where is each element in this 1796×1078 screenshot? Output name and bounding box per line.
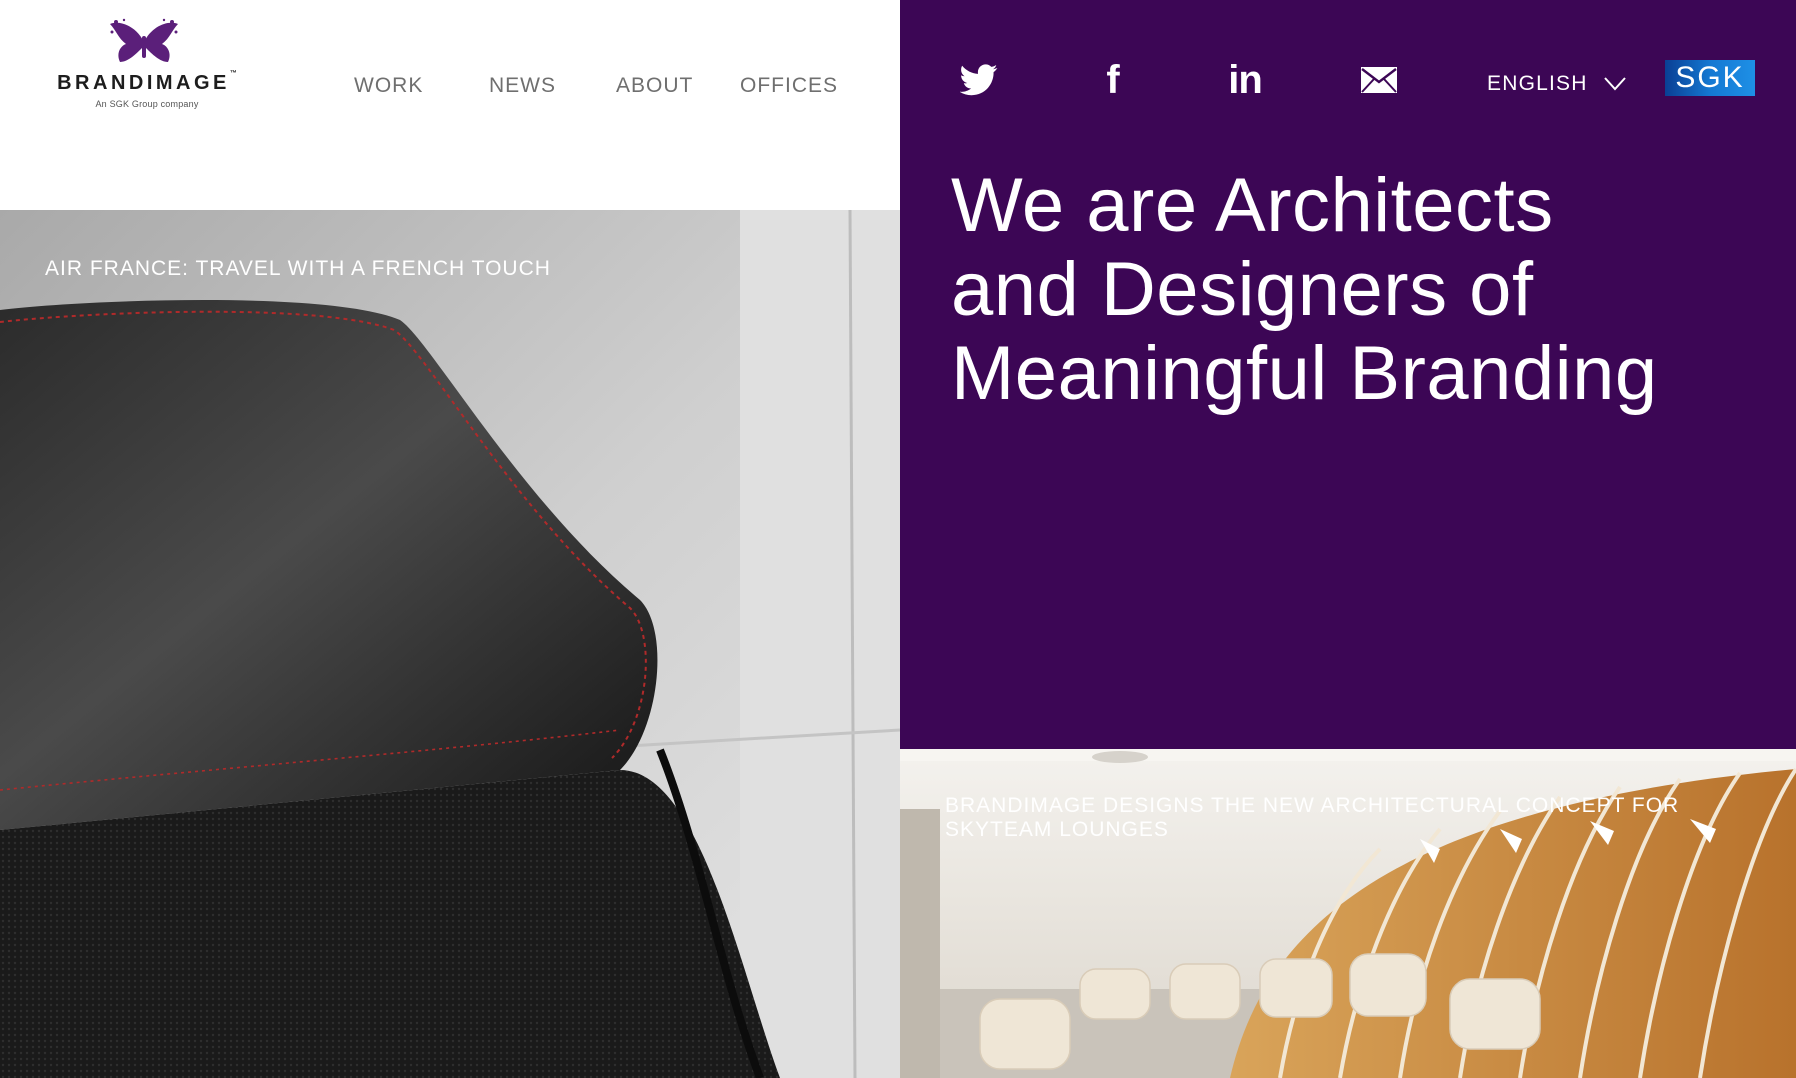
hero-panel: f in ENGLISH SGK We are Architects and D…: [900, 0, 1796, 749]
language-selector[interactable]: ENGLISH: [1487, 72, 1626, 96]
brandimage-logo[interactable]: BRANDIMAGE™ An SGK Group company: [42, 16, 252, 116]
seat-photo: [0, 210, 900, 1078]
brand-tagline: An SGK Group company: [95, 99, 199, 109]
brand-name: BRANDIMAGE: [57, 72, 230, 94]
twitter-icon[interactable]: [959, 60, 999, 100]
sgk-logo[interactable]: SGK: [1665, 60, 1755, 96]
nav-work[interactable]: WORK: [354, 74, 423, 98]
hero-heading: We are Architects and Designers of Meani…: [951, 164, 1751, 416]
feature-tile-air-france[interactable]: AIR FRANCE: TRAVEL WITH A FRENCH TOUCH: [0, 210, 900, 1078]
feature-tile-skyteam[interactable]: BRANDIMAGE DESIGNS THE NEW ARCHITECTURAL…: [900, 749, 1796, 1078]
sgk-logo-text: SGK: [1675, 61, 1745, 94]
chevron-down-icon: [1603, 77, 1626, 91]
nav-about[interactable]: ABOUT: [616, 74, 693, 98]
hero-heading-line: Meaningful Branding: [951, 331, 1658, 416]
tile-caption: AIR FRANCE: TRAVEL WITH A FRENCH TOUCH: [45, 257, 551, 280]
hero-heading-line: and Designers of: [951, 247, 1534, 332]
tile-caption: BRANDIMAGE DESIGNS THE NEW ARCHITECTURAL…: [945, 794, 1680, 841]
facebook-icon[interactable]: f: [1093, 60, 1133, 100]
hero-heading-line: We are Architects: [951, 163, 1554, 248]
nav-offices[interactable]: OFFICES: [740, 74, 838, 98]
mail-icon[interactable]: [1359, 60, 1399, 100]
nav-news[interactable]: NEWS: [489, 74, 556, 98]
linkedin-icon[interactable]: in: [1225, 60, 1265, 100]
language-label: ENGLISH: [1487, 72, 1588, 95]
trademark-symbol: ™: [229, 70, 237, 77]
butterfly-logo-icon: [110, 18, 178, 62]
site-header: BRANDIMAGE™ An SGK Group company WORK NE…: [0, 0, 900, 210]
